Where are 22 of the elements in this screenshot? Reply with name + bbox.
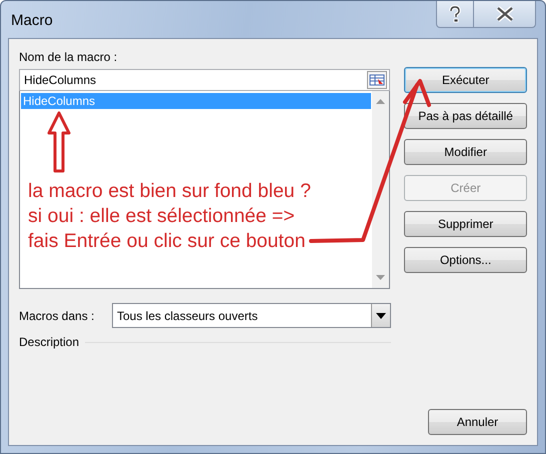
macros-in-dropdown[interactable]: Tous les classeurs ouverts	[112, 303, 391, 328]
up-arrow	[48, 112, 70, 172]
section-label: Description	[19, 334, 80, 350]
close-button[interactable]	[474, 1, 536, 28]
window-title: Macro	[11, 12, 53, 29]
dialog-button[interactable]: Options...	[404, 247, 527, 273]
dialog-button[interactable]: Exécuter	[404, 67, 527, 93]
dialog-button[interactable]: Supprimer	[404, 211, 527, 237]
dropdown-arrow-icon	[376, 312, 386, 318]
annotation-text: si oui : elle est sélectionnée =>	[28, 204, 296, 229]
help-button[interactable]	[436, 1, 474, 28]
help-icon	[448, 5, 462, 23]
field-label: Macros dans :	[19, 308, 96, 324]
macro-name-field[interactable]: HideColumns	[19, 69, 390, 91]
dialog-button[interactable]: Modifier	[404, 139, 527, 165]
annotation-text: la macro est bien sur fond bleu ?	[28, 179, 311, 204]
cancel-button[interactable]: Annuler	[428, 409, 527, 435]
annotation-text: fais Entrée ou clic sur ce bouton	[28, 229, 306, 254]
dialog-button[interactable]: Pas à pas détaillé	[404, 103, 527, 129]
range-select-icon[interactable]	[367, 71, 388, 89]
close-icon	[494, 6, 514, 22]
field-label: Nom de la macro :	[19, 49, 118, 65]
